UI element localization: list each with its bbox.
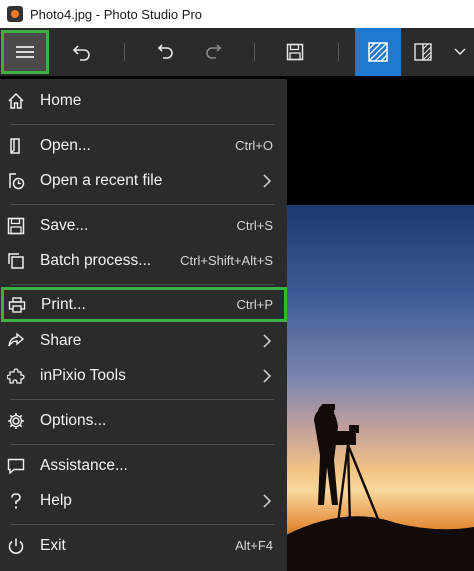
gear-icon (7, 412, 25, 430)
menu-item-label: Assistance... (40, 456, 128, 474)
back-arrow-icon (72, 45, 90, 61)
menu-item-label: Open a recent file (40, 171, 163, 189)
menu-item-label: Exit (40, 536, 66, 554)
menu-item-home[interactable]: Home (0, 83, 287, 118)
split-view-icon (414, 43, 432, 61)
menu-divider (10, 444, 274, 445)
question-icon (7, 492, 25, 510)
open-file-icon (7, 137, 25, 155)
photo-canvas[interactable] (286, 205, 474, 571)
redo-icon (206, 44, 222, 59)
menu-item-exit[interactable]: Exit Alt+F4 (0, 528, 287, 563)
batch-icon (7, 252, 25, 270)
menu-divider (10, 124, 274, 125)
share-icon (7, 332, 25, 350)
toolbar-divider (124, 43, 125, 61)
menu-item-label: Print... (41, 295, 86, 313)
toolbar (0, 28, 474, 76)
menu-divider (10, 204, 274, 205)
toolbar-divider (338, 43, 339, 61)
save-icon (7, 217, 25, 235)
single-view-button[interactable] (355, 28, 401, 76)
menu-item-options[interactable]: Options... (0, 403, 287, 438)
window-title: Photo4.jpg - Photo Studio Pro (30, 6, 203, 22)
recent-file-icon (7, 172, 25, 190)
chevron-right-icon (263, 493, 271, 508)
menu-item-save[interactable]: Save... Ctrl+S (0, 208, 287, 243)
menu-item-open-recent[interactable]: Open a recent file (0, 163, 287, 198)
menu-item-help[interactable]: Help (0, 483, 287, 518)
menu-item-label: Batch process... (40, 251, 152, 269)
puzzle-icon (7, 367, 25, 385)
hatched-square-icon (368, 42, 388, 62)
chevron-right-icon (263, 368, 271, 383)
menu-item-label: Open... (40, 136, 91, 154)
chevron-right-icon (263, 173, 271, 188)
toolbar-divider (254, 43, 255, 61)
menu-divider (10, 284, 274, 285)
menu-item-label: Options... (40, 411, 107, 429)
menu-item-label: inPixio Tools (40, 366, 126, 384)
floppy-disk-icon (286, 43, 304, 61)
undo-button[interactable] (146, 28, 186, 76)
menu-item-share[interactable]: Share (0, 323, 287, 358)
save-toolbar-button[interactable] (275, 28, 315, 76)
menu-item-print[interactable]: Print... Ctrl+P (1, 287, 287, 322)
undo-icon (157, 44, 173, 59)
main-menu: Home Open... Ctrl+O Open a recent file S… (0, 79, 287, 571)
menu-button[interactable] (1, 30, 49, 74)
menu-item-label: Help (40, 491, 72, 509)
chevron-right-icon (263, 333, 271, 348)
chevron-down-icon (454, 48, 466, 56)
menu-item-shortcut: Ctrl+P (236, 297, 273, 312)
menu-item-label: Save... (40, 216, 89, 234)
more-options-button[interactable] (448, 28, 472, 76)
printer-icon (8, 296, 26, 314)
back-button[interactable] (62, 28, 102, 76)
menu-item-label: Home (40, 91, 82, 109)
menu-divider (10, 524, 274, 525)
app-logo-icon (7, 6, 23, 22)
redo-button[interactable] (193, 28, 233, 76)
menu-item-assistance[interactable]: Assistance... (0, 448, 287, 483)
menu-item-shortcut: Alt+F4 (235, 538, 273, 553)
menu-item-batch-process[interactable]: Batch process... Ctrl+Shift+Alt+S (0, 243, 287, 278)
menu-item-inpixio-tools[interactable]: inPixio Tools (0, 358, 287, 393)
chat-icon (7, 457, 25, 475)
menu-item-shortcut: Ctrl+Shift+Alt+S (180, 253, 273, 268)
menu-divider (10, 399, 274, 400)
title-bar: Photo4.jpg - Photo Studio Pro (0, 0, 474, 28)
menu-item-open[interactable]: Open... Ctrl+O (0, 128, 287, 163)
compare-view-button[interactable] (403, 28, 443, 76)
menu-item-label: Share (40, 331, 82, 349)
home-icon (7, 92, 25, 110)
menu-item-shortcut: Ctrl+O (235, 138, 273, 153)
hamburger-icon (16, 46, 34, 58)
menu-item-shortcut: Ctrl+S (236, 218, 273, 233)
power-icon (7, 537, 25, 555)
photo-image (286, 404, 474, 571)
